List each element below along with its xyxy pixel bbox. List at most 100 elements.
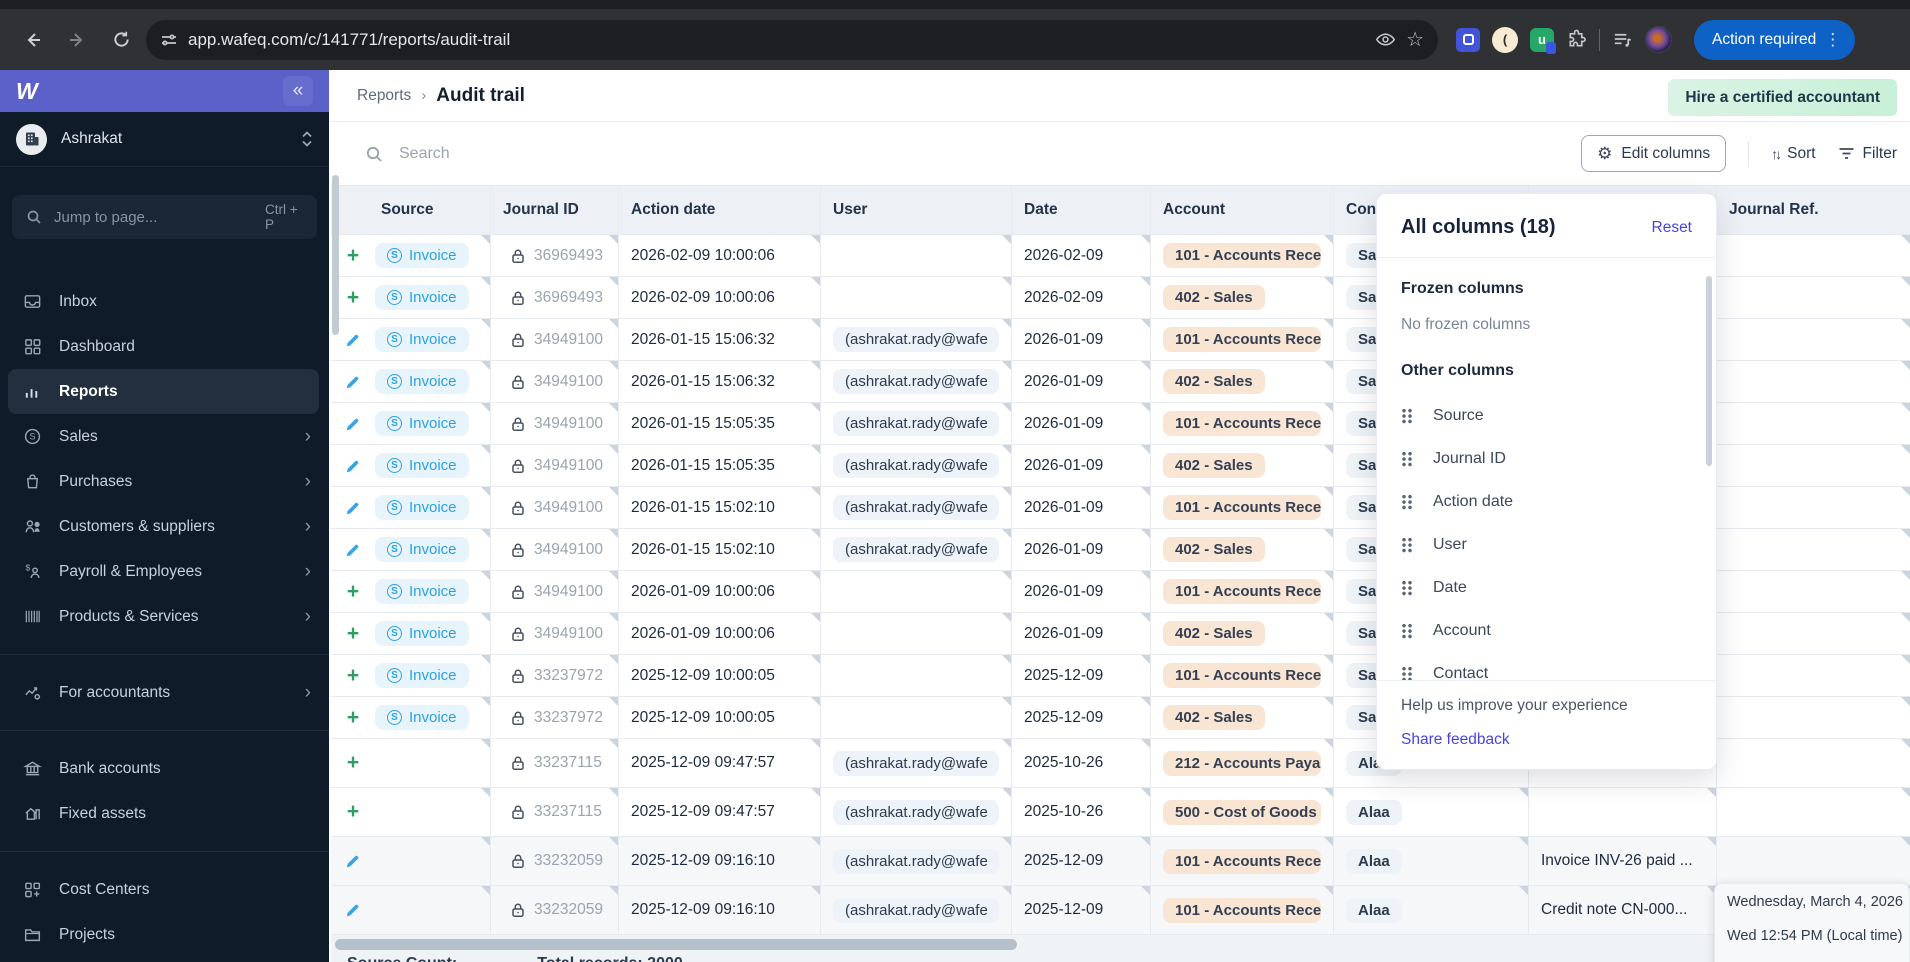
cell-description[interactable]: Credit note CN-000... <box>1529 886 1717 935</box>
cell-date[interactable]: 2026-02-09 <box>1012 277 1151 319</box>
panel-column-item-action-date[interactable]: Action date <box>1401 480 1692 523</box>
cell-journal-id[interactable]: 34949100 <box>491 445 619 487</box>
cell-action-date[interactable]: 2026-01-09 10:00:06 <box>619 613 821 655</box>
cell-contact[interactable]: Alaa <box>1334 886 1529 935</box>
column-header-account[interactable]: Account <box>1151 186 1334 235</box>
cell-source[interactable] <box>331 886 491 935</box>
source-chip[interactable]: S Invoice <box>375 621 469 646</box>
add-row-icon[interactable]: + <box>345 751 361 775</box>
cell-user[interactable]: (ashrakat.rady@wafe <box>821 529 1012 571</box>
cell-action-date[interactable]: 2025-12-09 10:00:05 <box>619 655 821 697</box>
cell-journal-id[interactable]: 34949100 <box>491 571 619 613</box>
cell-action-date[interactable]: 2026-01-15 15:02:10 <box>619 487 821 529</box>
account-chip[interactable]: 402 - Sales <box>1163 621 1265 646</box>
cell-account[interactable]: 212 - Accounts Payab <box>1151 739 1334 788</box>
browser-menu-icon[interactable]: ⋮ <box>1816 30 1849 50</box>
cell-journal-id[interactable]: 36969493 <box>491 277 619 319</box>
cell-date[interactable]: 2025-12-09 <box>1012 655 1151 697</box>
extensions-puzzle-icon[interactable] <box>1566 29 1587 50</box>
cell-account[interactable]: 101 - Accounts Receiv <box>1151 235 1334 277</box>
cell-journal-ref[interactable] <box>1717 361 1910 403</box>
edit-row-icon[interactable] <box>345 853 361 869</box>
cell-journal-id[interactable]: 36969493 <box>491 235 619 277</box>
cell-account[interactable]: 101 - Accounts Receiv <box>1151 886 1334 935</box>
jump-to-page-search[interactable]: Ctrl + P <box>12 195 317 239</box>
cell-user[interactable] <box>821 571 1012 613</box>
user-chip[interactable]: (ashrakat.rady@wafe <box>833 537 999 562</box>
cell-action-date[interactable]: 2026-01-15 15:05:35 <box>619 403 821 445</box>
drag-handle-icon[interactable] <box>1401 579 1413 596</box>
panel-column-item-source[interactable]: Source <box>1401 394 1692 437</box>
sidebar-item-bank-accounts[interactable]: Bank accounts <box>0 746 329 791</box>
cell-user[interactable]: (ashrakat.rady@wafe <box>821 886 1012 935</box>
extension-icon-2[interactable]: ( <box>1492 26 1518 53</box>
content-vertical-scrollbar[interactable] <box>332 175 339 335</box>
cell-action-date[interactable]: 2026-01-15 15:06:32 <box>619 319 821 361</box>
column-header-journal-ref[interactable]: Journal Ref. <box>1717 186 1910 235</box>
user-chip[interactable]: (ashrakat.rady@wafe <box>833 453 999 478</box>
cell-journal-ref[interactable] <box>1717 655 1910 697</box>
extension-icon-3[interactable]: u <box>1530 27 1556 54</box>
account-chip[interactable]: 402 - Sales <box>1163 285 1265 310</box>
jump-to-page-input[interactable] <box>54 208 253 226</box>
add-row-icon[interactable]: + <box>345 706 361 730</box>
site-info-icon[interactable] <box>160 31 178 49</box>
sidebar-item-for-accountants[interactable]: For accountants › <box>0 670 329 715</box>
panel-column-item-account[interactable]: Account <box>1401 609 1692 652</box>
cell-action-date[interactable]: 2025-12-09 09:47:57 <box>619 788 821 837</box>
cell-source[interactable] <box>331 837 491 886</box>
search-input[interactable] <box>399 144 699 163</box>
cell-contact[interactable]: Alaa <box>1334 837 1529 886</box>
cell-journal-id[interactable]: 34949100 <box>491 403 619 445</box>
cell-source[interactable]: S Invoice <box>331 445 491 487</box>
hire-accountant-button[interactable]: Hire a certified accountant <box>1668 79 1897 116</box>
cell-date[interactable]: 2026-01-09 <box>1012 571 1151 613</box>
account-chip[interactable]: 402 - Sales <box>1163 537 1265 562</box>
account-chip[interactable]: 402 - Sales <box>1163 453 1265 478</box>
edit-row-icon[interactable] <box>345 416 361 432</box>
source-chip[interactable]: S Invoice <box>375 495 469 520</box>
filter-button[interactable]: Filter <box>1838 145 1897 163</box>
panel-column-item-date[interactable]: Date <box>1401 566 1692 609</box>
cell-contact[interactable]: Alaa <box>1334 788 1529 837</box>
sidebar-item-projects[interactable]: Projects <box>0 912 329 957</box>
user-chip[interactable]: (ashrakat.rady@wafe <box>833 369 999 394</box>
url-text[interactable]: app.wafeq.com/c/141771/reports/audit-tra… <box>188 30 1365 50</box>
action-required-button[interactable]: Action required ⋮ <box>1694 19 1856 60</box>
account-chip[interactable]: 101 - Accounts Receiv <box>1163 848 1321 874</box>
source-chip[interactable]: S Invoice <box>375 285 469 310</box>
cell-journal-id[interactable]: 33237972 <box>491 697 619 739</box>
add-row-icon[interactable]: + <box>345 244 361 268</box>
add-row-icon[interactable]: + <box>345 664 361 688</box>
panel-column-item-user[interactable]: User <box>1401 523 1692 566</box>
contact-chip[interactable]: Alaa <box>1346 848 1402 874</box>
sidebar-item-inbox[interactable]: Inbox <box>0 279 329 324</box>
forward-icon[interactable] <box>58 21 96 59</box>
cell-description[interactable]: Invoice INV-26 paid ... <box>1529 837 1717 886</box>
cell-date[interactable]: 2026-01-09 <box>1012 445 1151 487</box>
sidebar-item-reports[interactable]: Reports <box>8 369 319 414</box>
sidebar-item-customers-suppliers[interactable]: Customers & suppliers › <box>0 504 329 549</box>
column-header-date[interactable]: Date <box>1012 186 1151 235</box>
cell-user[interactable]: (ashrakat.rady@wafe <box>821 739 1012 788</box>
account-chip[interactable]: 101 - Accounts Receiv <box>1163 663 1321 688</box>
column-header-source[interactable]: Source <box>331 186 491 235</box>
source-chip[interactable]: S Invoice <box>375 411 469 436</box>
add-row-icon[interactable]: + <box>345 286 361 310</box>
cell-journal-id[interactable]: 34949100 <box>491 613 619 655</box>
edit-columns-button[interactable]: ⚙ Edit columns <box>1581 135 1727 172</box>
cell-date[interactable]: 2026-01-09 <box>1012 361 1151 403</box>
cell-user[interactable] <box>821 235 1012 277</box>
back-icon[interactable] <box>14 21 52 59</box>
cell-description[interactable] <box>1529 788 1717 837</box>
cell-journal-ref[interactable] <box>1717 319 1910 361</box>
cell-action-date[interactable]: 2026-01-15 15:05:35 <box>619 445 821 487</box>
cell-account[interactable]: 402 - Sales <box>1151 277 1334 319</box>
cell-journal-ref[interactable] <box>1717 571 1910 613</box>
account-chip[interactable]: 402 - Sales <box>1163 369 1265 394</box>
drag-handle-icon[interactable] <box>1401 536 1413 553</box>
cell-user[interactable] <box>821 655 1012 697</box>
cell-account[interactable]: 500 - Cost of Goods S <box>1151 788 1334 837</box>
cell-account[interactable]: 101 - Accounts Receiv <box>1151 319 1334 361</box>
cell-journal-ref[interactable] <box>1717 277 1910 319</box>
